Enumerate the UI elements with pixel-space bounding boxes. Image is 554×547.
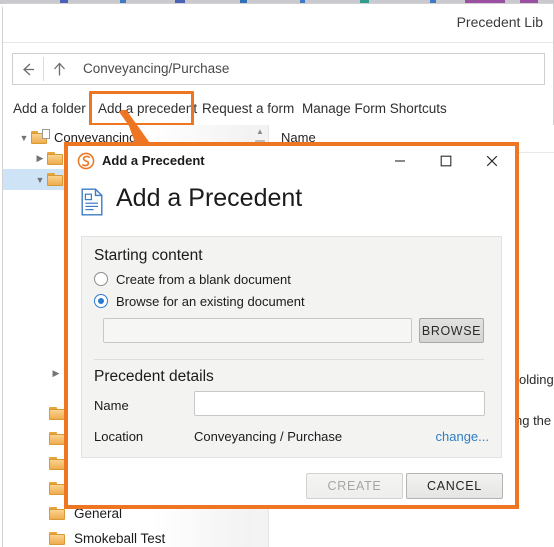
request-form-button[interactable]: Request a form: [202, 93, 294, 125]
location-label: Location: [94, 429, 144, 444]
dialog-titlebar: Add a Precedent: [68, 146, 515, 176]
manage-form-shortcuts-button[interactable]: Manage Form Shortcuts: [302, 93, 447, 125]
chevron-up-icon[interactable]: ▲: [252, 125, 268, 139]
radio-label: Create from a blank document: [116, 271, 291, 287]
folder-icon: [49, 532, 66, 545]
titlebar-divider: [3, 42, 553, 43]
add-precedent-dialog: Add a Precedent Add a Precedent Starting…: [68, 146, 515, 505]
arrow-up-icon: [53, 62, 65, 75]
arrow-left-icon: [22, 63, 34, 75]
address-bar: Conveyancing/Purchase: [12, 53, 545, 85]
window-titlebar: Precedent Lib: [3, 4, 553, 42]
radio-button-unselected-icon[interactable]: [94, 272, 108, 286]
breadcrumb[interactable]: Conveyancing/Purchase: [83, 61, 229, 76]
dialog-title: Add a Precedent: [102, 153, 205, 168]
starting-content-heading: Starting content: [94, 247, 203, 264]
panel-divider: [94, 359, 484, 360]
folder-icon: [47, 152, 64, 165]
list-row-text: ng the l: [515, 413, 554, 428]
twisty-expanded-icon[interactable]: ▼: [17, 133, 31, 143]
screen-root: Precedent Lib Conveyancing/Purchase Add …: [0, 0, 554, 547]
minimize-icon: [395, 160, 405, 162]
page-title: Add a Precedent: [116, 184, 303, 212]
add-folder-button[interactable]: Add a folder: [13, 93, 86, 125]
cancel-button[interactable]: CANCEL: [406, 473, 503, 499]
close-button[interactable]: [469, 146, 515, 176]
add-precedent-dialog-outline: Add a Precedent Add a Precedent Starting…: [64, 142, 519, 509]
minimize-button[interactable]: [377, 146, 423, 176]
smokeball-logo-icon: [77, 152, 95, 170]
list-item-smokeball-test[interactable]: Smokeball Test: [3, 528, 165, 547]
maximize-button[interactable]: [423, 146, 469, 176]
radio-label: Browse for an existing document: [116, 293, 305, 309]
list-item-label: Smokeball Test: [74, 531, 166, 546]
create-button[interactable]: CREATE: [306, 473, 403, 499]
twisty-collapsed-icon[interactable]: ▶: [33, 153, 47, 164]
dialog-heading-area: Add a Precedent: [68, 181, 515, 231]
browse-button[interactable]: BROWSE: [419, 318, 484, 343]
folder-icon: [47, 173, 64, 186]
close-icon: [486, 155, 498, 167]
list-row-text: olding: [519, 372, 554, 387]
name-input[interactable]: [194, 391, 485, 416]
window-title: Precedent Lib: [456, 14, 543, 30]
precedent-details-heading: Precedent details: [94, 368, 214, 385]
radio-create-blank-document[interactable]: Create from a blank document: [94, 270, 291, 288]
name-label: Name: [94, 398, 129, 413]
twisty-collapsed-icon[interactable]: ▶: [49, 368, 63, 379]
maximize-icon: [440, 155, 452, 167]
back-button[interactable]: [13, 54, 43, 84]
folder-document-icon: [31, 129, 50, 144]
dialog-form-panel: Starting content Create from a blank doc…: [81, 236, 502, 458]
radio-button-selected-icon[interactable]: [94, 294, 108, 308]
change-location-link[interactable]: change...: [436, 429, 490, 444]
up-button[interactable]: [44, 54, 74, 84]
twisty-expanded-icon[interactable]: ▼: [33, 175, 47, 185]
command-bar: Add a folder Add a precedent Request a f…: [3, 91, 553, 126]
document-icon: [81, 188, 103, 216]
file-path-input[interactable]: [103, 318, 412, 343]
location-value: Conveyancing / Purchase: [194, 429, 343, 444]
radio-browse-existing-document[interactable]: Browse for an existing document: [94, 292, 305, 310]
